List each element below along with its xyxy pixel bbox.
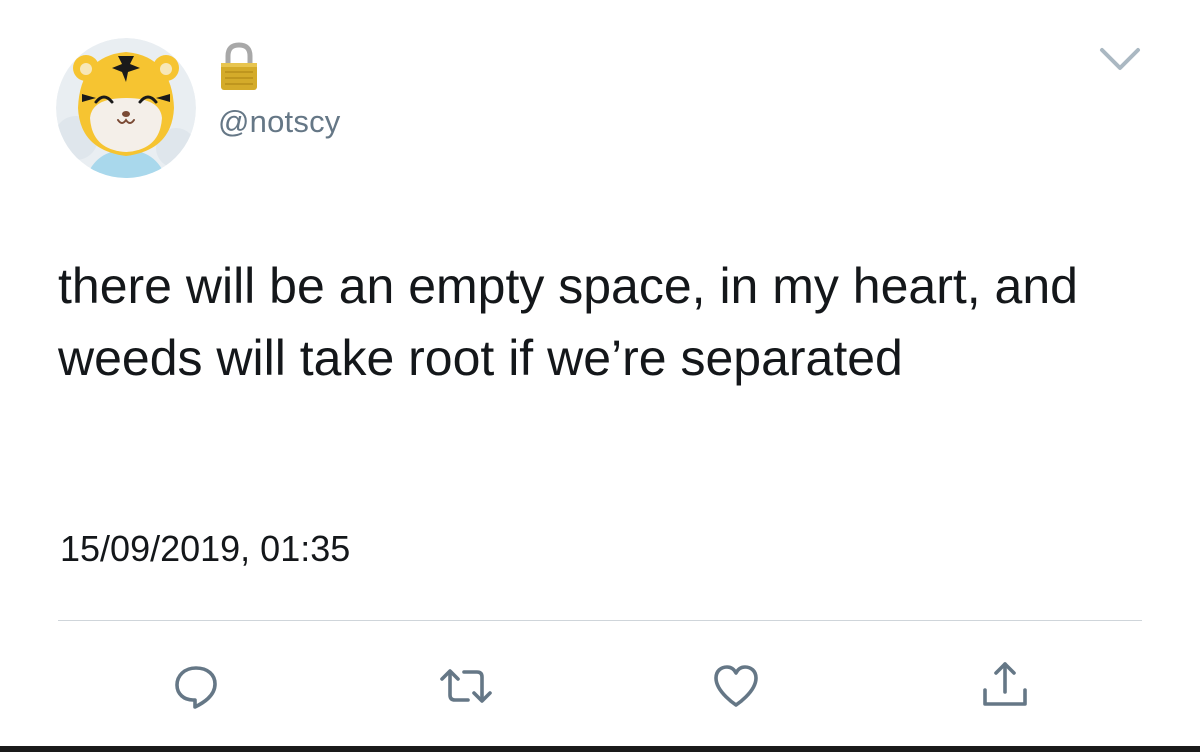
retweet-button[interactable] bbox=[436, 656, 496, 716]
like-button[interactable] bbox=[706, 656, 766, 716]
screen-edge bbox=[0, 746, 1200, 752]
tweet-timestamp: 15/09/2019, 01:35 bbox=[60, 528, 351, 569]
tiger-avatar-image bbox=[56, 38, 196, 178]
retweet-icon bbox=[440, 669, 492, 703]
share-button[interactable] bbox=[975, 656, 1035, 716]
lock-icon bbox=[216, 42, 262, 92]
divider bbox=[58, 620, 1142, 621]
reply-icon bbox=[175, 666, 217, 709]
chevron-down-icon[interactable] bbox=[1096, 44, 1144, 74]
share-icon bbox=[983, 662, 1027, 706]
avatar[interactable] bbox=[56, 38, 196, 178]
reply-button[interactable] bbox=[166, 656, 226, 716]
tweet-text: there will be an empty space, in my hear… bbox=[58, 258, 1078, 386]
user-handle[interactable]: @notscy bbox=[218, 104, 340, 140]
heart-icon bbox=[714, 665, 758, 707]
